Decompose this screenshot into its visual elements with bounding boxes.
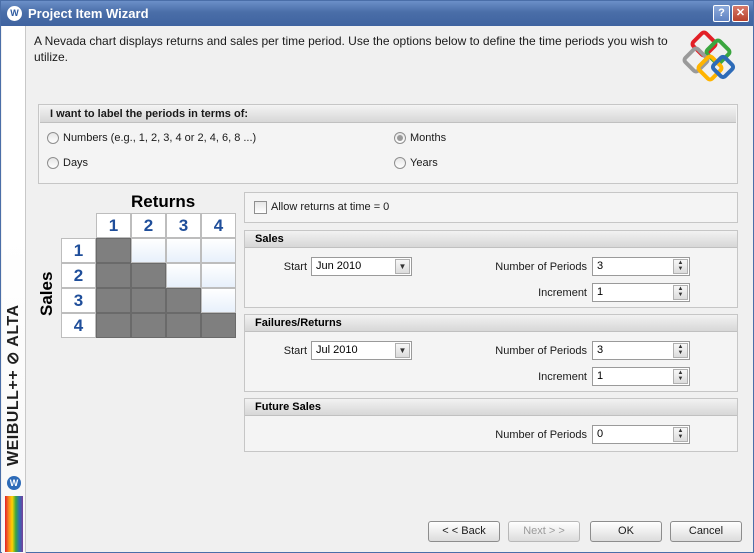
failures-start-value: Jul 2010 [316,344,358,356]
radio-months[interactable]: Months [394,132,446,144]
radio-years-label: Years [410,157,438,169]
period-group-title: I want to label the periods in terms of: [40,106,736,123]
help-button[interactable]: ? [713,5,730,22]
sales-panel-title: Sales [245,231,737,248]
future-panel-title: Future Sales [245,399,737,416]
sales-increment-label: Increment [538,287,587,299]
future-periods-spinner[interactable]: 0 ▲ ▼ [592,425,690,444]
chevron-down-icon[interactable]: ▼ [395,343,410,358]
title-bar: W Project Item Wizard ? ✕ [1,1,753,26]
radio-years[interactable]: Years [394,157,438,169]
sales-increment-spinner[interactable]: 1 ▲ ▼ [592,283,690,302]
nevada-cell [96,238,131,263]
nevada-col-header: 2 [131,213,166,238]
radio-days-label: Days [63,157,89,169]
nevada-sales-label: Sales [37,271,56,316]
nevada-col-header: 4 [201,213,236,238]
brand-color-stripes [5,496,23,552]
chevron-down-icon[interactable]: ▼ [395,259,410,274]
brand-logo-icon: W [7,476,21,490]
spinner-arrows-icon[interactable]: ▲ ▼ [673,343,688,358]
failures-panel-title: Failures/Returns [245,315,737,332]
nevada-cell [201,313,236,338]
reliasoft-logo-icon [682,30,736,82]
nevada-col-header: 3 [166,213,201,238]
nevada-cell [166,263,201,288]
intro-text: A Nevada chart displays returns and sale… [34,34,668,64]
nevada-cell [131,238,166,263]
nevada-cell [96,263,131,288]
radio-numbers-circle[interactable] [47,132,59,144]
nevada-row-header: 3 [61,288,96,313]
nevada-cell [201,263,236,288]
period-label-group: I want to label the periods in terms of:… [38,104,738,184]
failures-start-select[interactable]: Jul 2010 ▼ [311,341,412,360]
cancel-button[interactable]: Cancel [670,521,742,542]
nevada-cell [166,313,201,338]
spinner-arrows-icon[interactable]: ▲ ▼ [673,427,688,442]
sales-periods-value: 3 [597,260,604,272]
nevada-cell [201,238,236,263]
sales-start-select[interactable]: Jun 2010 ▼ [311,257,412,276]
radio-numbers[interactable]: Numbers (e.g., 1, 2, 3, 4 or 2, 4, 6, 8 … [47,132,256,144]
nevada-cell [131,263,166,288]
radio-months-label: Months [410,132,447,144]
brand-product-text: WEIBULL++ ⊘ ALTA [5,304,22,466]
nevada-cell [201,288,236,313]
sales-start-value: Jun 2010 [316,260,362,272]
nevada-cell [166,238,201,263]
brand-strip: WEIBULL++ ⊘ ALTA W [2,26,26,553]
sales-increment-value: 1 [597,286,604,298]
close-button[interactable]: ✕ [732,5,749,22]
nevada-cell [131,288,166,313]
back-button[interactable]: < < Back [428,521,500,542]
radio-days[interactable]: Days [47,157,88,169]
spinner-arrows-icon[interactable]: ▲ ▼ [673,369,688,384]
ok-button[interactable]: OK [590,521,662,542]
next-button[interactable]: Next > > [508,521,580,542]
spinner-arrows-icon[interactable]: ▲ ▼ [673,259,688,274]
failures-panel: Failures/Returns Start Jul 2010 ▼ Number… [244,314,738,392]
nevada-row-header: 4 [61,313,96,338]
future-sales-panel: Future Sales Number of Periods 0 ▲ ▼ [244,398,738,452]
radio-numbers-label: Numbers (e.g., 1, 2, 3, 4 or 2, 4, 6, 8 … [63,132,257,144]
wizard-window: W Project Item Wizard ? ✕ WEIBULL++ ⊘ AL… [0,0,754,553]
failures-increment-value: 1 [597,370,604,382]
failures-start-label: Start [283,345,307,357]
nevada-cell [96,288,131,313]
failures-periods-label: Number of Periods [495,345,587,357]
sales-periods-spinner[interactable]: 3 ▲ ▼ [592,257,690,276]
radio-days-circle[interactable] [47,157,59,169]
failures-periods-value: 3 [597,344,604,356]
sales-periods-label: Number of Periods [495,261,587,273]
radio-months-circle[interactable] [394,132,406,144]
failures-increment-spinner[interactable]: 1 ▲ ▼ [592,367,690,386]
sales-start-label: Start [283,261,307,273]
sales-panel: Sales Start Jun 2010 ▼ Number of Periods… [244,230,738,308]
nevada-col-header: 1 [96,213,131,238]
nevada-returns-label: Returns [131,192,196,211]
radio-years-circle[interactable] [394,157,406,169]
future-periods-label: Number of Periods [495,429,587,441]
nevada-row-header: 2 [61,263,96,288]
nevada-cell [131,313,166,338]
app-icon: W [7,6,22,21]
failures-increment-label: Increment [538,371,587,383]
nevada-cell [166,288,201,313]
allow-returns-label: Allow returns at time = 0 [271,201,390,213]
spinner-arrows-icon[interactable]: ▲ ▼ [673,285,688,300]
allow-returns-panel: Allow returns at time = 0 [244,192,738,223]
future-periods-value: 0 [597,428,604,440]
nevada-cell [96,313,131,338]
failures-periods-spinner[interactable]: 3 ▲ ▼ [592,341,690,360]
window-title: Project Item Wizard [28,6,149,21]
nevada-row-header: 1 [61,238,96,263]
allow-returns-checkbox[interactable] [254,201,267,214]
